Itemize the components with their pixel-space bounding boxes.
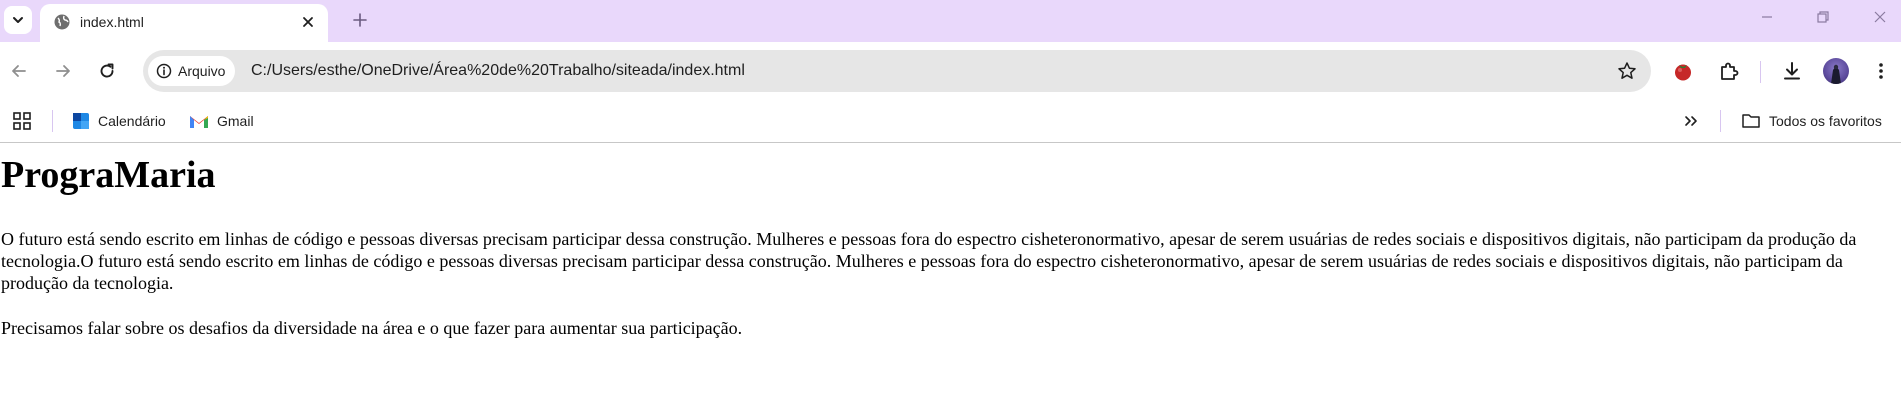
gmail-icon bbox=[190, 116, 208, 128]
bookmarks-separator bbox=[52, 110, 53, 132]
close-tab-button[interactable] bbox=[300, 14, 316, 30]
site-info-label: Arquivo bbox=[178, 63, 226, 79]
active-tab[interactable]: index.html bbox=[40, 4, 328, 42]
reload-icon bbox=[100, 63, 114, 78]
tab-search-button[interactable] bbox=[4, 6, 32, 34]
close-icon bbox=[303, 17, 313, 27]
bookmarks-bar: Calendário Gmail Todos os favoritos bbox=[0, 100, 1901, 143]
calendar-icon bbox=[73, 113, 89, 129]
chevron-down-icon bbox=[13, 17, 23, 23]
page-heading: PrograMaria bbox=[1, 154, 216, 196]
call-to-action-paragraph: Precisamos falar sobre os desafios da di… bbox=[1, 318, 743, 338]
apps-button[interactable] bbox=[12, 109, 32, 133]
bookmark-star-button[interactable] bbox=[1615, 59, 1639, 83]
close-window-button[interactable] bbox=[1863, 6, 1897, 28]
star-icon bbox=[1618, 62, 1636, 79]
double-chevron-right-icon bbox=[1685, 116, 1697, 126]
address-bar[interactable]: Arquivo C:/Users/esthe/OneDrive/Área%20d… bbox=[143, 50, 1651, 92]
plus-icon bbox=[353, 13, 367, 27]
download-icon bbox=[1784, 62, 1800, 80]
browser-menu-button[interactable] bbox=[1867, 57, 1895, 85]
downloads-button[interactable] bbox=[1778, 57, 1806, 85]
all-bookmarks-label: Todos os favoritos bbox=[1769, 113, 1882, 129]
back-button[interactable] bbox=[3, 55, 35, 87]
tab-strip: index.html bbox=[0, 0, 1901, 42]
page-content: PrograMaria O futuro está sendo escrito … bbox=[0, 143, 1901, 417]
restore-icon bbox=[1817, 11, 1829, 23]
browser-toolbar: Arquivo C:/Users/esthe/OneDrive/Área%20d… bbox=[0, 42, 1901, 100]
puzzle-icon bbox=[1721, 62, 1739, 80]
arrow-right-icon bbox=[56, 65, 70, 77]
bookmark-label: Calendário bbox=[98, 113, 166, 129]
extensions-button[interactable] bbox=[1715, 57, 1743, 85]
globe-icon bbox=[54, 14, 70, 30]
reload-button[interactable] bbox=[91, 55, 123, 87]
apps-grid-icon bbox=[13, 112, 31, 130]
intro-paragraph: O futuro está sendo escrito em linhas de… bbox=[1, 229, 1857, 293]
minimize-icon bbox=[1762, 16, 1772, 18]
bookmark-gmail[interactable]: Gmail bbox=[189, 109, 254, 133]
toolbar-separator bbox=[1760, 61, 1761, 83]
avatar-image-icon bbox=[1831, 64, 1841, 84]
forward-button[interactable] bbox=[47, 55, 79, 87]
tab-title: index.html bbox=[80, 14, 144, 30]
tomato-icon bbox=[1675, 64, 1691, 81]
more-bookmarks-button[interactable] bbox=[1683, 109, 1699, 133]
profile-avatar[interactable] bbox=[1823, 58, 1849, 84]
all-bookmarks-button[interactable]: Todos os favoritos bbox=[1741, 109, 1882, 133]
more-vertical-icon bbox=[1879, 63, 1883, 79]
info-icon bbox=[156, 63, 172, 79]
minimize-button[interactable] bbox=[1750, 6, 1784, 28]
tomato-extension-button[interactable] bbox=[1669, 57, 1697, 85]
bookmark-label: Gmail bbox=[217, 113, 254, 129]
new-tab-button[interactable] bbox=[346, 6, 374, 34]
restore-button[interactable] bbox=[1806, 6, 1840, 28]
url-text[interactable]: C:/Users/esthe/OneDrive/Área%20de%20Trab… bbox=[251, 62, 745, 80]
close-icon bbox=[1874, 11, 1886, 23]
site-info-chip[interactable]: Arquivo bbox=[148, 56, 236, 86]
folder-icon bbox=[1742, 114, 1760, 128]
arrow-left-icon bbox=[12, 65, 26, 77]
bookmark-calendario[interactable]: Calendário bbox=[72, 109, 166, 133]
bookmarks-separator bbox=[1720, 110, 1721, 132]
